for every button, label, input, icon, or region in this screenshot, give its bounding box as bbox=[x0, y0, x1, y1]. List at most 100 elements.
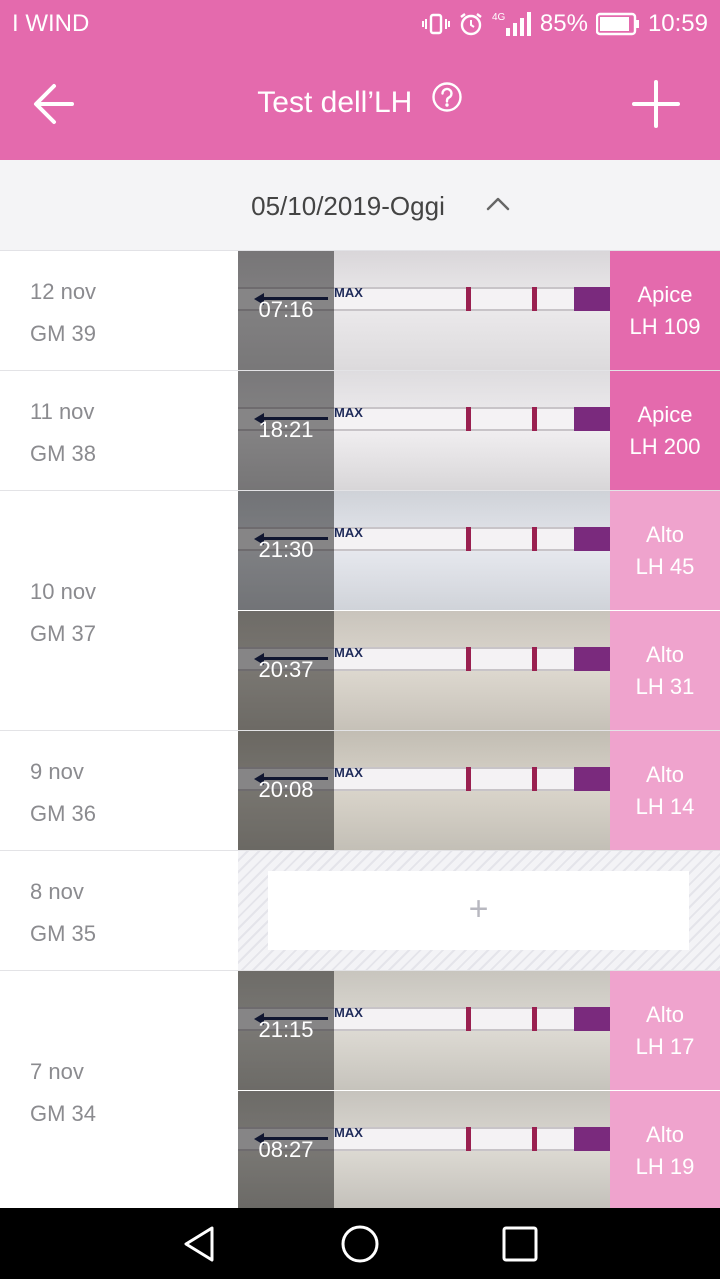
signal-icon: 4G bbox=[492, 10, 532, 38]
test-entry[interactable]: MAX 21:15 Alto LH 17 bbox=[238, 971, 720, 1090]
lh-value: LH 19 bbox=[635, 1154, 695, 1179]
test-entry[interactable]: MAX 18:21 Apice LH 200 bbox=[238, 371, 720, 490]
cycle-day: GM 35 bbox=[30, 921, 97, 946]
lh-value: LH 109 bbox=[629, 314, 701, 339]
strip-max-label: MAX bbox=[334, 285, 363, 300]
home-circle-icon[interactable] bbox=[340, 1224, 380, 1264]
test-time: 21:15 bbox=[258, 1017, 314, 1042]
strip-handle bbox=[574, 1007, 610, 1031]
cycle-day: GM 38 bbox=[30, 441, 97, 466]
lh-level: Apice bbox=[637, 402, 693, 427]
test-strip-photo: MAX 07:16 bbox=[238, 251, 610, 370]
control-line bbox=[532, 527, 537, 551]
control-line bbox=[532, 1127, 537, 1151]
control-line bbox=[532, 1007, 537, 1031]
lh-level: Alto bbox=[646, 1002, 684, 1027]
strip-max-label: MAX bbox=[334, 645, 363, 660]
lh-result-badge: Apice LH 200 bbox=[610, 371, 720, 490]
day-date: 12 nov bbox=[30, 279, 97, 304]
test-entry[interactable]: MAX 07:16 Apice LH 109 bbox=[238, 251, 720, 370]
strip-handle bbox=[574, 287, 610, 311]
day-date: 11 nov bbox=[30, 399, 95, 424]
day-row: 11 nov GM 38 MAX 18:21 Apice LH 200 bbox=[0, 371, 720, 491]
date-range-selector[interactable]: 05/10/2019-Oggi bbox=[0, 160, 720, 251]
strip-handle bbox=[574, 647, 610, 671]
day-date: 9 nov bbox=[30, 759, 84, 784]
lh-level: Alto bbox=[646, 642, 684, 667]
strip-max-label: MAX bbox=[334, 1005, 363, 1020]
lh-result-badge: Apice LH 109 bbox=[610, 251, 720, 370]
page-title: Test dell’LH bbox=[257, 86, 413, 119]
day-row: 9 nov GM 36 MAX 20:08 Alto LH 14 bbox=[0, 731, 720, 851]
battery-percent: 85% bbox=[539, 10, 588, 37]
test-time: 07:16 bbox=[258, 297, 314, 322]
test-strip-photo: MAX 21:30 bbox=[238, 491, 610, 610]
test-strip-photo: MAX 21:15 bbox=[238, 971, 610, 1090]
chevron-up-icon bbox=[486, 196, 510, 217]
add-test-button[interactable]: + bbox=[268, 871, 689, 950]
strip-max-label: MAX bbox=[334, 405, 363, 420]
strip-handle bbox=[574, 407, 610, 431]
app-bar: Test dell’LH bbox=[0, 48, 720, 160]
question-circle-icon[interactable] bbox=[431, 81, 463, 121]
network-label: 4G bbox=[492, 12, 506, 23]
strip-handle bbox=[574, 527, 610, 551]
test-line bbox=[466, 767, 471, 791]
day-date: 7 nov bbox=[30, 1059, 84, 1084]
control-line bbox=[532, 287, 537, 311]
day-label-column: 9 nov GM 36 bbox=[0, 731, 238, 850]
strip-max-label: MAX bbox=[334, 1125, 363, 1140]
test-line bbox=[466, 1127, 471, 1151]
test-entry[interactable]: MAX 08:27 Alto LH 19 bbox=[238, 1091, 720, 1210]
test-entry[interactable]: MAX 21:30 Alto LH 45 bbox=[238, 491, 720, 610]
vibrate-icon bbox=[421, 12, 450, 36]
control-line bbox=[532, 767, 537, 791]
test-line bbox=[466, 647, 471, 671]
lh-level: Apice bbox=[637, 282, 693, 307]
lh-result-badge: Alto LH 17 bbox=[610, 971, 720, 1090]
status-bar: I WIND 4G 85% 10:59 bbox=[0, 0, 720, 48]
control-line bbox=[532, 407, 537, 431]
test-entry[interactable]: MAX 20:37 Alto LH 31 bbox=[238, 611, 720, 730]
battery-icon bbox=[595, 12, 640, 36]
cycle-day: GM 37 bbox=[30, 621, 97, 646]
carrier-name: I WIND bbox=[12, 10, 90, 37]
test-time: 21:30 bbox=[258, 537, 314, 562]
add-button[interactable] bbox=[630, 78, 682, 130]
test-entry[interactable]: MAX 20:08 Alto LH 14 bbox=[238, 731, 720, 850]
lh-value: LH 200 bbox=[629, 434, 701, 459]
test-strip-photo: MAX 08:27 bbox=[238, 1091, 610, 1210]
day-date: 10 nov bbox=[30, 579, 97, 604]
day-row: 8 nov GM 35 + bbox=[0, 851, 720, 971]
back-triangle-icon[interactable] bbox=[180, 1224, 220, 1264]
lh-value: LH 14 bbox=[635, 794, 695, 819]
day-label-column: 10 nov GM 37 bbox=[0, 491, 238, 730]
test-line bbox=[466, 407, 471, 431]
recents-square-icon[interactable] bbox=[500, 1224, 540, 1264]
day-row: 10 nov GM 37 MAX 21:30 Alto LH 45 MAX 20:37 Alto… bbox=[0, 491, 720, 731]
test-line bbox=[466, 527, 471, 551]
day-label-column: 8 nov GM 35 bbox=[0, 851, 238, 970]
lh-level: Alto bbox=[646, 1122, 684, 1147]
test-line bbox=[466, 1007, 471, 1031]
day-label-column: 11 nov GM 38 bbox=[0, 371, 238, 490]
test-strip-photo: MAX 18:21 bbox=[238, 371, 610, 490]
test-strip-photo: MAX 20:37 bbox=[238, 611, 610, 730]
test-strip-photo: MAX 20:08 bbox=[238, 731, 610, 850]
test-time: 18:21 bbox=[258, 417, 314, 442]
test-time: 20:37 bbox=[258, 657, 314, 682]
strip-max-label: MAX bbox=[334, 525, 363, 540]
lh-result-badge: Alto LH 19 bbox=[610, 1091, 720, 1210]
lh-value: LH 45 bbox=[635, 554, 695, 579]
lh-result-badge: Alto LH 31 bbox=[610, 611, 720, 730]
lh-level: Alto bbox=[646, 762, 684, 787]
strip-max-label: MAX bbox=[334, 765, 363, 780]
navigation-bar bbox=[0, 1208, 720, 1279]
day-row: 12 nov GM 39 MAX 07:16 Apice LH 109 bbox=[0, 251, 720, 371]
cycle-day: GM 39 bbox=[30, 321, 97, 346]
day-row: 7 nov GM 34 MAX 21:15 Alto LH 17 MAX 08:27 Alto L… bbox=[0, 971, 720, 1211]
empty-entry-slot: + bbox=[238, 851, 720, 970]
test-line bbox=[466, 287, 471, 311]
lh-value: LH 31 bbox=[635, 674, 695, 699]
test-time: 08:27 bbox=[258, 1137, 314, 1162]
